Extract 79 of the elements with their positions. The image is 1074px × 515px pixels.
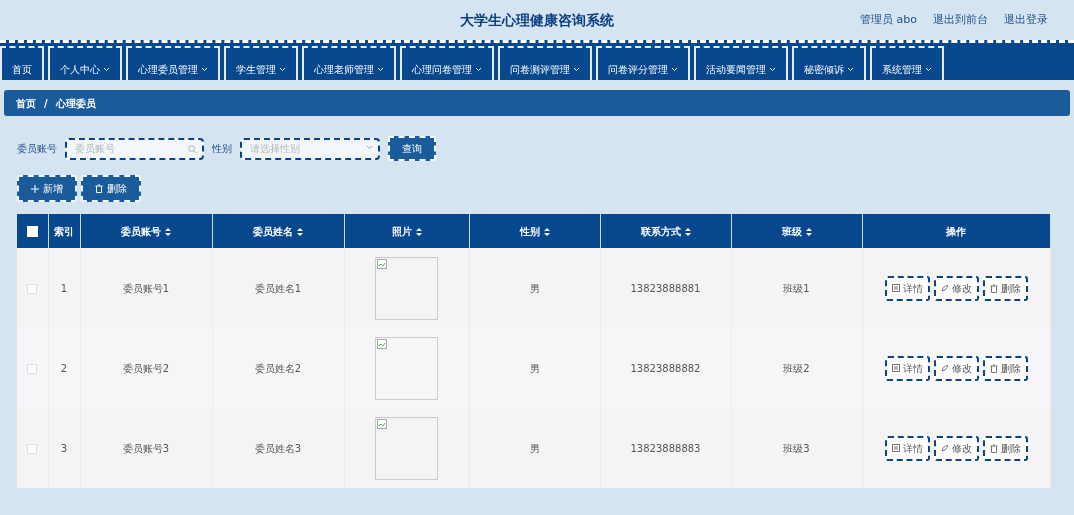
nav-item[interactable]: 活动要闻管理 — [694, 46, 788, 80]
table-cell: 班级2 — [783, 362, 810, 374]
pencil-icon — [940, 284, 949, 292]
row-action-button[interactable]: 详情 — [884, 275, 930, 301]
table-cell: 委员姓名2 — [254, 362, 302, 374]
table-cell: 13823888883 — [630, 442, 701, 454]
table-cell: 委员姓名1 — [254, 282, 302, 294]
broken-image-icon — [377, 418, 387, 429]
row-checkbox[interactable] — [27, 363, 38, 374]
trash-icon — [989, 443, 998, 453]
table-cell: 委员账号2 — [122, 362, 170, 374]
nav-item[interactable]: 系统管理 — [870, 46, 944, 80]
row-action-button[interactable]: 修改 — [933, 275, 979, 301]
table-cell: 班级3 — [783, 442, 810, 454]
pencil-icon — [940, 364, 949, 372]
row-action-button[interactable]: 删除 — [982, 355, 1028, 381]
table-cell: 委员姓名3 — [254, 442, 302, 454]
table-cell: 班级1 — [783, 282, 810, 294]
row-checkbox[interactable] — [27, 443, 38, 454]
trash-icon — [95, 184, 103, 193]
breadcrumb-separator: / — [44, 96, 48, 111]
broken-image-icon — [377, 338, 387, 349]
table-cell: 男 — [529, 362, 540, 374]
nav-item[interactable]: 心理委员管理 — [126, 46, 220, 80]
header-link[interactable]: 退出登录 — [1004, 11, 1048, 29]
nav-item[interactable]: 问卷评分管理 — [596, 46, 690, 80]
column-header[interactable]: 联系方式 — [640, 225, 681, 237]
nav-item[interactable]: 秘密倾诉 — [792, 46, 866, 80]
column-header[interactable]: 班级 — [781, 225, 802, 237]
row-action-button[interactable]: 修改 — [933, 355, 979, 381]
search-field[interactable]: 委员账号 — [65, 137, 204, 160]
document-icon — [891, 284, 900, 292]
column-header[interactable]: 委员姓名 — [253, 225, 293, 237]
plus-icon — [31, 184, 39, 193]
table-cell: 13823888881 — [630, 282, 701, 294]
table-cell: 委员账号3 — [122, 442, 170, 454]
field-label: 委员账号 — [17, 142, 57, 156]
search-button[interactable]: 查询 — [388, 136, 436, 161]
nav-item[interactable]: 首页 — [0, 46, 44, 80]
row-action-button[interactable]: 删除 — [982, 275, 1028, 301]
table-cell: 委员账号1 — [122, 282, 170, 294]
document-icon — [891, 444, 900, 452]
row-action-button[interactable]: 详情 — [884, 435, 930, 461]
column-header: 操作 — [946, 225, 966, 237]
document-icon — [891, 364, 900, 372]
broken-image-icon — [377, 258, 387, 269]
caret-icon — [366, 144, 373, 150]
column-header[interactable]: 照片 — [391, 225, 412, 237]
select-all-checkbox[interactable] — [26, 226, 38, 237]
row-action-button[interactable]: 修改 — [933, 435, 979, 461]
breadcrumb-item: 心理委员 — [55, 96, 96, 111]
field-label: 性别 — [212, 142, 232, 156]
column-header[interactable]: 性别 — [519, 225, 540, 237]
header-link[interactable]: 退出到前台 — [933, 11, 988, 29]
nav-item[interactable]: 个人中心 — [48, 46, 122, 80]
table-cell: 男 — [529, 442, 540, 454]
app-title: 大学生心理健康咨询系统 — [460, 10, 614, 30]
column-header[interactable]: 委员账号 — [121, 225, 161, 237]
nav-item[interactable]: 心理老师管理 — [302, 46, 396, 80]
table-cell: 1 — [60, 282, 68, 294]
trash-icon — [989, 283, 998, 293]
table-cell: 男 — [529, 282, 540, 294]
pencil-icon — [940, 444, 949, 452]
table-cell: 3 — [60, 442, 68, 454]
nav-item[interactable]: 学生管理 — [224, 46, 298, 80]
row-action-button[interactable]: 详情 — [884, 355, 930, 381]
action-button[interactable]: 删除 — [81, 175, 141, 202]
trash-icon — [989, 363, 998, 373]
nav-item[interactable]: 问卷测评管理 — [498, 46, 592, 80]
row-action-button[interactable]: 删除 — [982, 435, 1028, 461]
nav-item[interactable]: 心理问卷管理 — [400, 46, 494, 80]
row-checkbox[interactable] — [27, 283, 38, 294]
user-name: 管理员 abo — [860, 11, 917, 28]
action-button[interactable]: 新增 — [17, 175, 77, 202]
column-header: 索引 — [54, 225, 74, 237]
breadcrumb-item[interactable]: 首页 — [16, 95, 36, 111]
table-cell: 13823888882 — [630, 362, 701, 374]
table-cell: 2 — [60, 362, 68, 374]
search-icon — [188, 144, 197, 154]
